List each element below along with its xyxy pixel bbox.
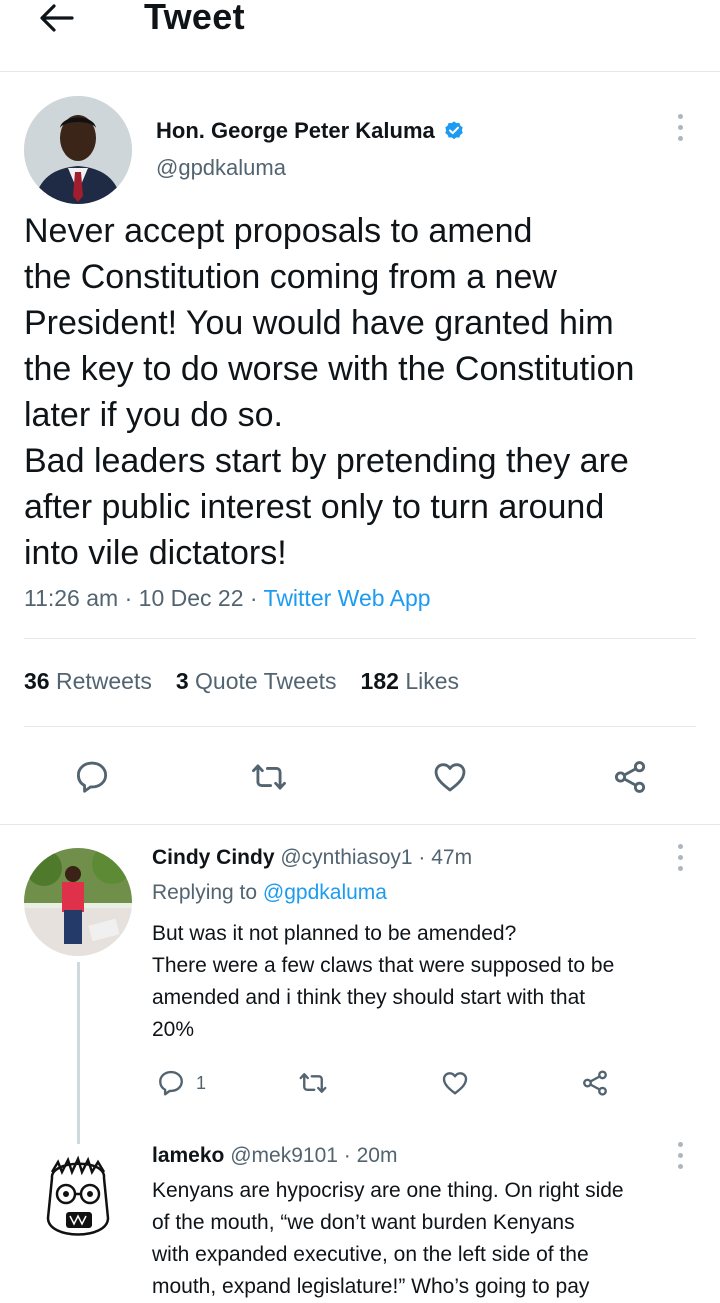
reply-author-name[interactable]: Cindy Cindy [152,846,275,869]
more-options-button[interactable] [670,110,690,144]
divider [0,824,720,825]
reply-author-name[interactable]: lameko [152,1144,224,1167]
tweet-time: 11:26 am [24,585,119,611]
reply-header: lameko @mek9101 · 20m [152,1144,398,1167]
reply-text-line: There were a few claws that were suppose… [152,954,615,977]
reply-avatar[interactable] [24,848,132,956]
share-button[interactable] [608,755,652,799]
reply-button[interactable] [70,755,114,799]
reply-retweet-button[interactable] [296,1066,330,1100]
reply-text-line: amended and i think they should start wi… [152,986,586,1009]
reply-icon [76,761,108,793]
like-icon [434,763,466,792]
reply-text-line: with expanded executive, on the left sid… [152,1243,589,1266]
tweet-text-line: after public interest only to turn aroun… [24,488,605,526]
author-name[interactable]: Hon. George Peter Kaluma [156,118,465,144]
reply-count: 1 [196,1072,207,1093]
reply-avatar[interactable] [24,1148,132,1256]
quote-tweets-stat[interactable]: 3 Quote Tweets [176,668,337,695]
reply-header: Cindy Cindy @cynthiasoy1 · 47m [152,846,473,869]
reply-share-button[interactable] [578,1066,612,1100]
reply-text-line: 20% [152,1018,195,1041]
retweet-icon [299,1073,327,1093]
reply-author-handle[interactable]: @mek9101 [230,1144,338,1167]
replying-to: Replying to @gpdkaluma [152,881,387,904]
reply-text: But was it not planned to be amended? Th… [152,918,712,1046]
retweets-stat[interactable]: 36 Retweets [24,668,152,695]
tweet-text-line: the key to do worse with the Constitutio… [24,350,635,388]
tweet-stats: 36 Retweets 3 Quote Tweets 182 Likes [24,668,459,695]
retweet-button[interactable] [247,755,291,799]
verified-badge-icon [445,121,463,140]
reply-author-handle[interactable]: @cynthiasoy1 [280,846,412,869]
like-button[interactable] [428,755,472,799]
page-title: Tweet [144,0,245,37]
top-bar: Tweet [0,0,720,72]
tweet-text-line: later if you do so. [24,396,283,434]
reply-text: Kenyans are hypocrisy are one thing. On … [152,1175,712,1303]
tweet-text-line: into vile dictators! [24,534,287,572]
replying-to-mention[interactable]: @gpdkaluma [263,881,387,904]
divider [24,726,696,727]
reply-more-options-button[interactable] [670,840,690,874]
reply-text-line: mouth, expand legislature!” Who’s going … [152,1275,590,1298]
author-avatar[interactable] [24,96,132,204]
reply-icon [159,1070,183,1096]
reply-text-line: Kenyans are hypocrisy are one thing. On … [152,1179,624,1202]
tweet-timestamp: 11:26 am · 10 Dec 22 · Twitter Web App [24,585,431,611]
tweet-text-line: the Constitution coming from a new [24,258,557,296]
tweet-source-link[interactable]: Twitter Web App [264,585,431,611]
share-icon [614,761,646,793]
share-icon [583,1070,607,1096]
reply-text-line: But was it not planned to be amended? [152,922,517,945]
reply-text-line: of the mouth, “we don’t want burden Keny… [152,1211,575,1234]
divider [24,638,696,639]
tweet-text-line: President! You would have granted him [24,304,614,342]
reply-reply-button[interactable]: 1 [156,1066,206,1100]
reply-age: 20m [356,1144,398,1167]
arrow-left-icon [40,4,74,32]
reply-like-button[interactable] [438,1066,472,1100]
tweet-text: Never accept proposals to amend the Cons… [24,208,704,576]
author-handle[interactable]: @gpdkaluma [156,155,286,181]
reply-more-options-button[interactable] [670,1138,690,1172]
tweet-date: 10 Dec 22 [138,585,244,611]
back-button[interactable] [34,0,78,36]
retweet-icon [252,764,286,790]
likes-stat[interactable]: 182 Likes [361,668,459,695]
tweet-text-line: Bad leaders start by pretending they are [24,442,629,480]
like-icon [442,1072,468,1095]
thread-line [77,962,80,1144]
tweet-text-line: Never accept proposals to amend [24,212,533,250]
reply-age: 47m [431,846,473,869]
